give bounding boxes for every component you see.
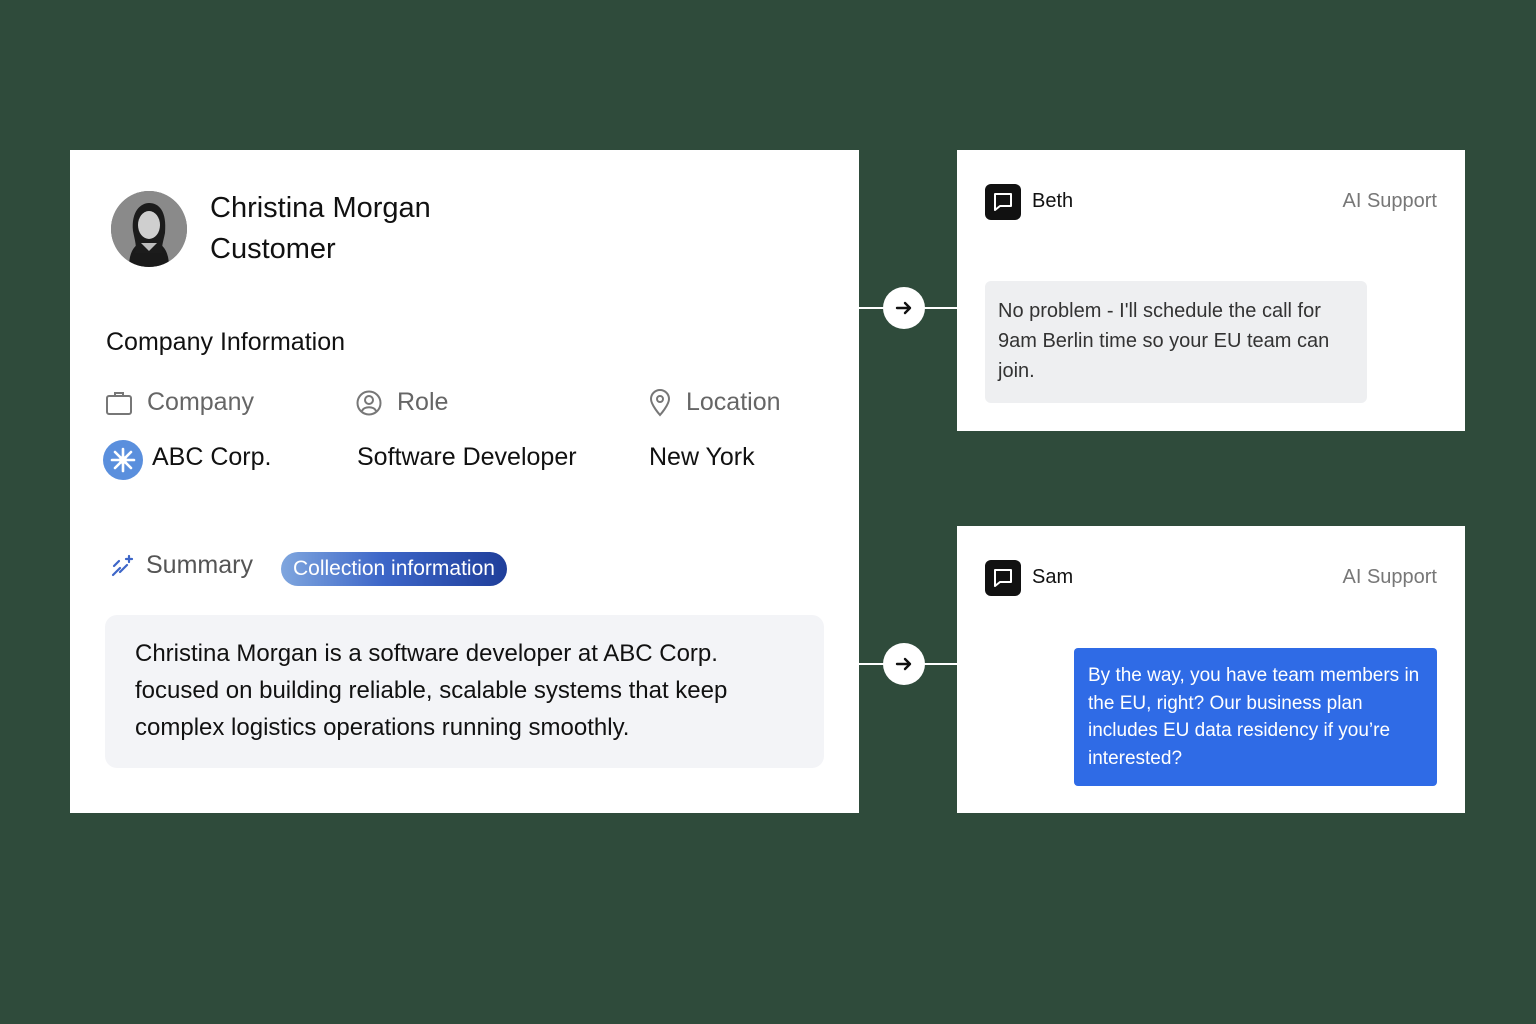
- location-value: New York: [649, 443, 755, 471]
- ai-support-tag: AI Support: [1342, 190, 1437, 212]
- location-label-text: Location: [686, 388, 781, 416]
- location-label: Location: [648, 388, 781, 417]
- chat-bubble-icon: [985, 560, 1021, 596]
- ai-support-tag: AI Support: [1342, 566, 1437, 588]
- location-pin-icon: [649, 388, 671, 416]
- company-logo: [103, 440, 143, 480]
- user-circle-icon: [356, 390, 382, 415]
- summary-label-text: Summary: [146, 551, 253, 579]
- collection-information-badge[interactable]: Collection information: [281, 552, 507, 586]
- role-value: Software Developer: [357, 443, 577, 471]
- avatar-photo: [111, 191, 187, 267]
- chat-bubble-icon: [985, 184, 1021, 220]
- message-bubble: By the way, you have team members in the…: [1074, 648, 1437, 786]
- message-icon: [994, 569, 1012, 587]
- company-label: Company: [105, 388, 254, 417]
- customer-name: Christina Morgan: [210, 192, 431, 224]
- agent-name: Beth: [1032, 190, 1074, 212]
- company-value: ABC Corp.: [152, 443, 272, 471]
- customer-profile-card: Christina Morgan Customer Company Inform…: [70, 150, 859, 813]
- briefcase-icon: [106, 391, 132, 415]
- chat-card-beth: Beth AI Support No problem - I'll schedu…: [957, 150, 1465, 431]
- starburst-icon: [110, 447, 136, 473]
- arrow-right-icon: [895, 657, 912, 671]
- message-icon: [994, 193, 1012, 211]
- company-information-heading: Company Information: [106, 328, 346, 356]
- role-label-text: Role: [397, 388, 449, 416]
- avatar: [111, 191, 187, 267]
- arrow-right-icon: [895, 301, 912, 315]
- summary-text: Christina Morgan is a software developer…: [105, 615, 824, 768]
- arrow-button-2: [883, 643, 925, 685]
- message-bubble: No problem - I'll schedule the call for …: [985, 281, 1367, 403]
- company-label-text: Company: [147, 388, 254, 416]
- chat-card-sam: Sam AI Support By the way, you have team…: [957, 526, 1465, 813]
- role-label: Role: [355, 388, 448, 417]
- summary-label: Summary: [110, 551, 253, 580]
- arrow-button-1: [883, 287, 925, 329]
- sparkle-icon: [111, 554, 134, 576]
- customer-role: Customer: [210, 233, 336, 265]
- agent-name: Sam: [1032, 566, 1074, 588]
